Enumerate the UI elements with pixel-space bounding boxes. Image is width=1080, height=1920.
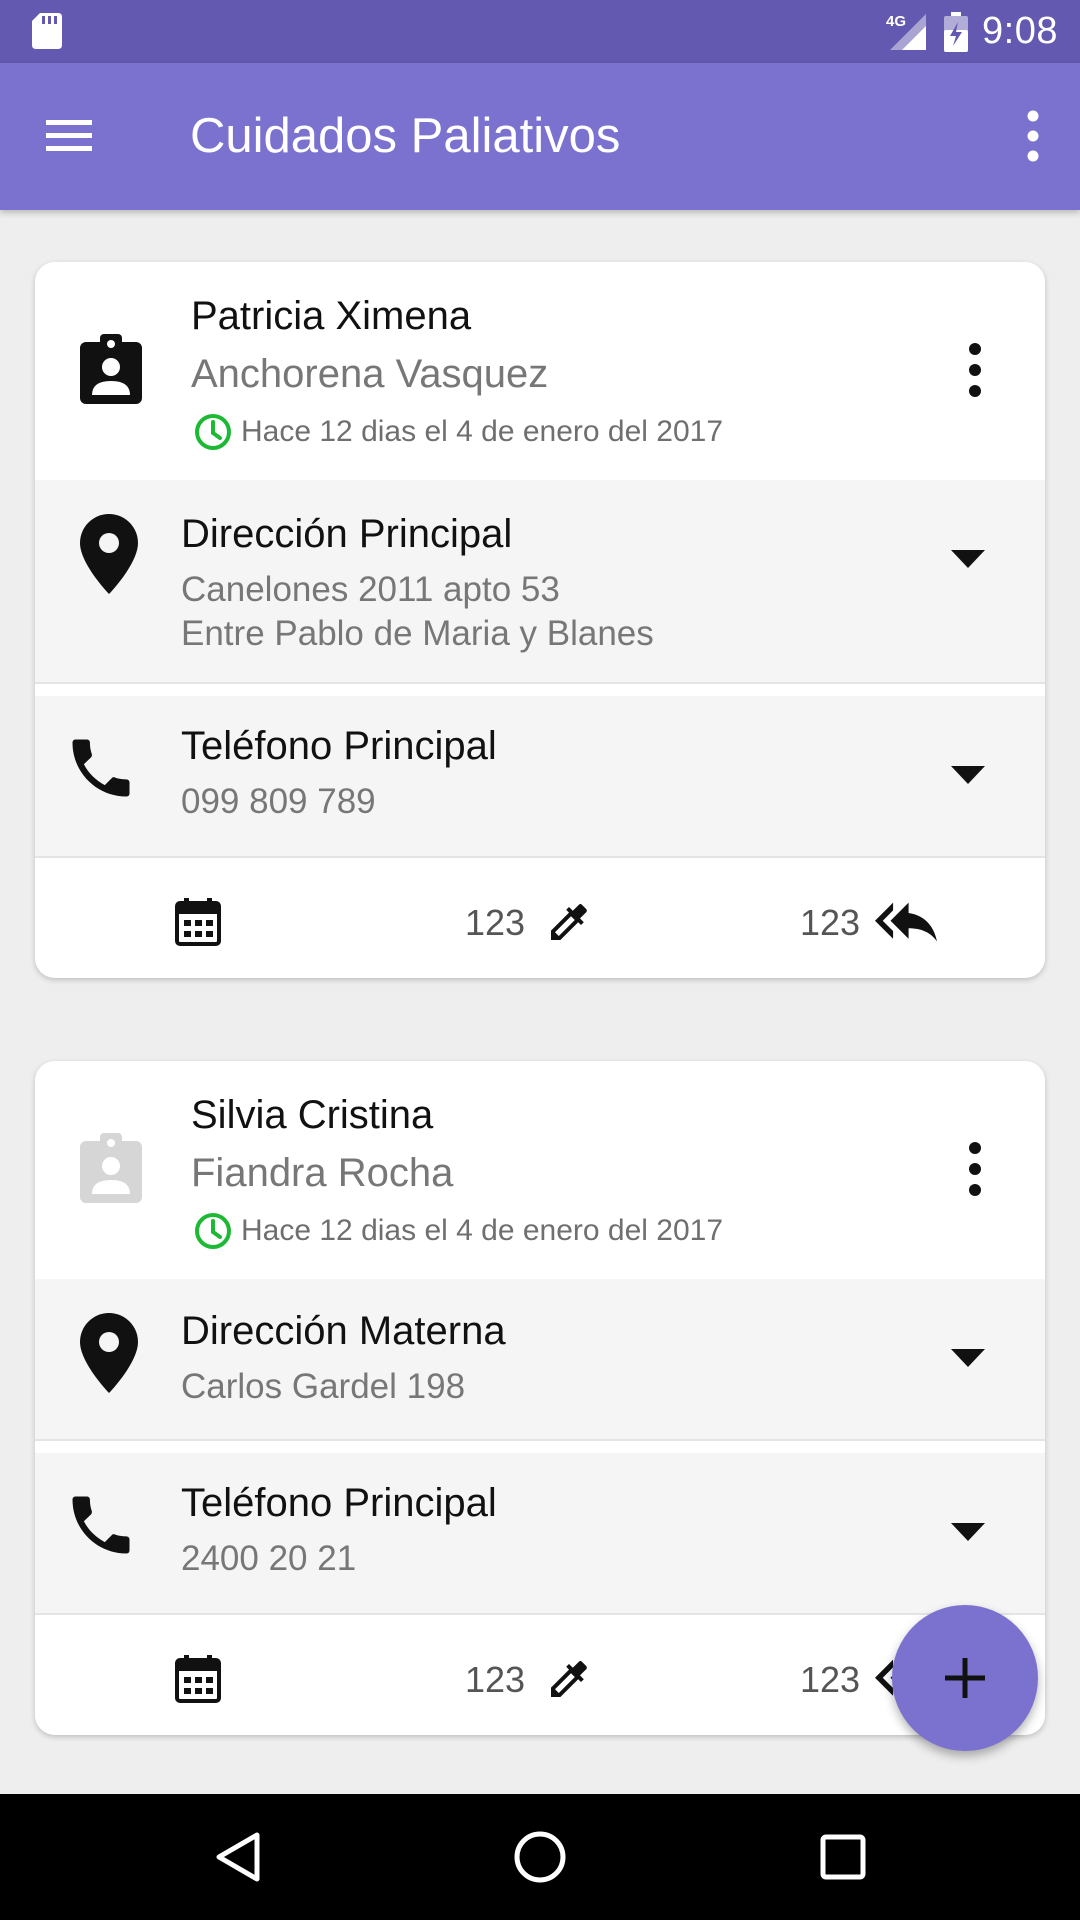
system-nav-bar bbox=[0, 1794, 1080, 1920]
card-more-icon[interactable] bbox=[965, 340, 985, 400]
action-count: 123 bbox=[465, 1659, 526, 1700]
chevron-down-icon[interactable] bbox=[951, 1523, 985, 1541]
signal-4g-icon: 4G bbox=[886, 13, 927, 50]
sd-card-icon bbox=[32, 13, 62, 49]
more-vert-icon[interactable] bbox=[1008, 105, 1058, 167]
patient-last-name: Anchorena Vasquez bbox=[191, 352, 549, 396]
patient-card[interactable]: Patricia Ximena Anchorena Vasquez Hace 1… bbox=[35, 262, 1045, 978]
address-line: Canelones 2011 apto 53 bbox=[181, 570, 560, 609]
patient-card[interactable]: Silvia Cristina Fiandra Rocha Hace 12 di… bbox=[35, 1061, 1045, 1735]
clock-icon bbox=[195, 1213, 231, 1249]
phone-label: Teléfono Principal bbox=[181, 724, 497, 768]
hamburger-menu-icon[interactable] bbox=[40, 108, 96, 164]
home-button[interactable] bbox=[507, 1824, 573, 1890]
card-actions: 123 123 bbox=[35, 870, 1045, 976]
contact-badge-icon bbox=[80, 334, 142, 404]
add-patient-fab[interactable] bbox=[892, 1605, 1038, 1751]
recents-button[interactable] bbox=[810, 1824, 876, 1890]
divider bbox=[35, 1439, 1045, 1453]
action-count: 123 bbox=[465, 902, 526, 943]
divider bbox=[35, 1613, 1045, 1627]
address-line: Carlos Gardel 198 bbox=[181, 1367, 466, 1406]
patient-first-name: Silvia Cristina bbox=[191, 1093, 434, 1137]
location-pin-icon bbox=[80, 514, 138, 594]
phone-row[interactable]: Teléfono Principal 2400 20 21 bbox=[35, 1453, 1045, 1613]
location-pin-icon bbox=[80, 1313, 138, 1393]
phone-label: Teléfono Principal bbox=[181, 1481, 497, 1525]
recents-icon bbox=[820, 1834, 866, 1880]
action-count: 123 bbox=[800, 1659, 861, 1700]
address-row[interactable]: Dirección Materna Carlos Gardel 198 bbox=[35, 1279, 1045, 1439]
patient-first-name: Patricia Ximena bbox=[191, 294, 472, 338]
add-icon bbox=[945, 1658, 985, 1698]
eyedropper-icon[interactable] bbox=[545, 898, 593, 946]
clock-time: 9:08 bbox=[982, 10, 1058, 52]
phone-icon bbox=[72, 739, 130, 797]
calendar-icon[interactable] bbox=[175, 898, 221, 946]
time-label: Hace 12 dias el 4 de enero del 2017 bbox=[241, 1214, 724, 1247]
home-icon bbox=[514, 1831, 566, 1883]
page-title: Cuidados Paliativos bbox=[190, 109, 621, 163]
time-row: Hace 12 dias el 4 de enero del 2017 bbox=[193, 1211, 723, 1251]
back-button[interactable] bbox=[205, 1824, 271, 1890]
status-bar: 4G 9:08 bbox=[0, 0, 1080, 63]
address-row[interactable]: Dirección Principal Canelones 2011 apto … bbox=[35, 480, 1045, 682]
patient-last-name: Fiandra Rocha bbox=[191, 1151, 454, 1195]
contact-badge-icon bbox=[80, 1133, 142, 1203]
address-line: Entre Pablo de Maria y Blanes bbox=[181, 614, 654, 653]
chevron-down-icon[interactable] bbox=[951, 766, 985, 784]
action-count: 123 bbox=[800, 902, 861, 943]
time-row: Hace 12 dias el 4 de enero del 2017 bbox=[193, 412, 723, 452]
patient-header: Patricia Ximena Anchorena Vasquez Hace 1… bbox=[35, 262, 1045, 480]
clock-icon bbox=[195, 414, 231, 450]
phone-number: 099 809 789 bbox=[181, 782, 376, 821]
patient-header: Silvia Cristina Fiandra Rocha Hace 12 di… bbox=[35, 1061, 1045, 1279]
divider bbox=[35, 856, 1045, 870]
back-icon bbox=[216, 1832, 260, 1882]
calendar-icon[interactable] bbox=[175, 1655, 221, 1703]
reply-all-icon[interactable] bbox=[875, 900, 937, 944]
chevron-down-icon[interactable] bbox=[951, 1349, 985, 1367]
battery-icon bbox=[944, 11, 969, 52]
app-bar: Cuidados Paliativos bbox=[0, 63, 1080, 210]
chevron-down-icon[interactable] bbox=[951, 550, 985, 568]
phone-icon bbox=[72, 1496, 130, 1554]
time-label: Hace 12 dias el 4 de enero del 2017 bbox=[241, 415, 724, 448]
divider bbox=[35, 682, 1045, 696]
card-more-icon[interactable] bbox=[965, 1139, 985, 1199]
address-label: Dirección Principal bbox=[181, 512, 513, 556]
eyedropper-icon[interactable] bbox=[545, 1655, 593, 1703]
phone-row[interactable]: Teléfono Principal 099 809 789 bbox=[35, 696, 1045, 856]
svg-text:4G: 4G bbox=[886, 13, 906, 30]
phone-number: 2400 20 21 bbox=[181, 1539, 357, 1578]
address-label: Dirección Materna bbox=[181, 1309, 506, 1353]
